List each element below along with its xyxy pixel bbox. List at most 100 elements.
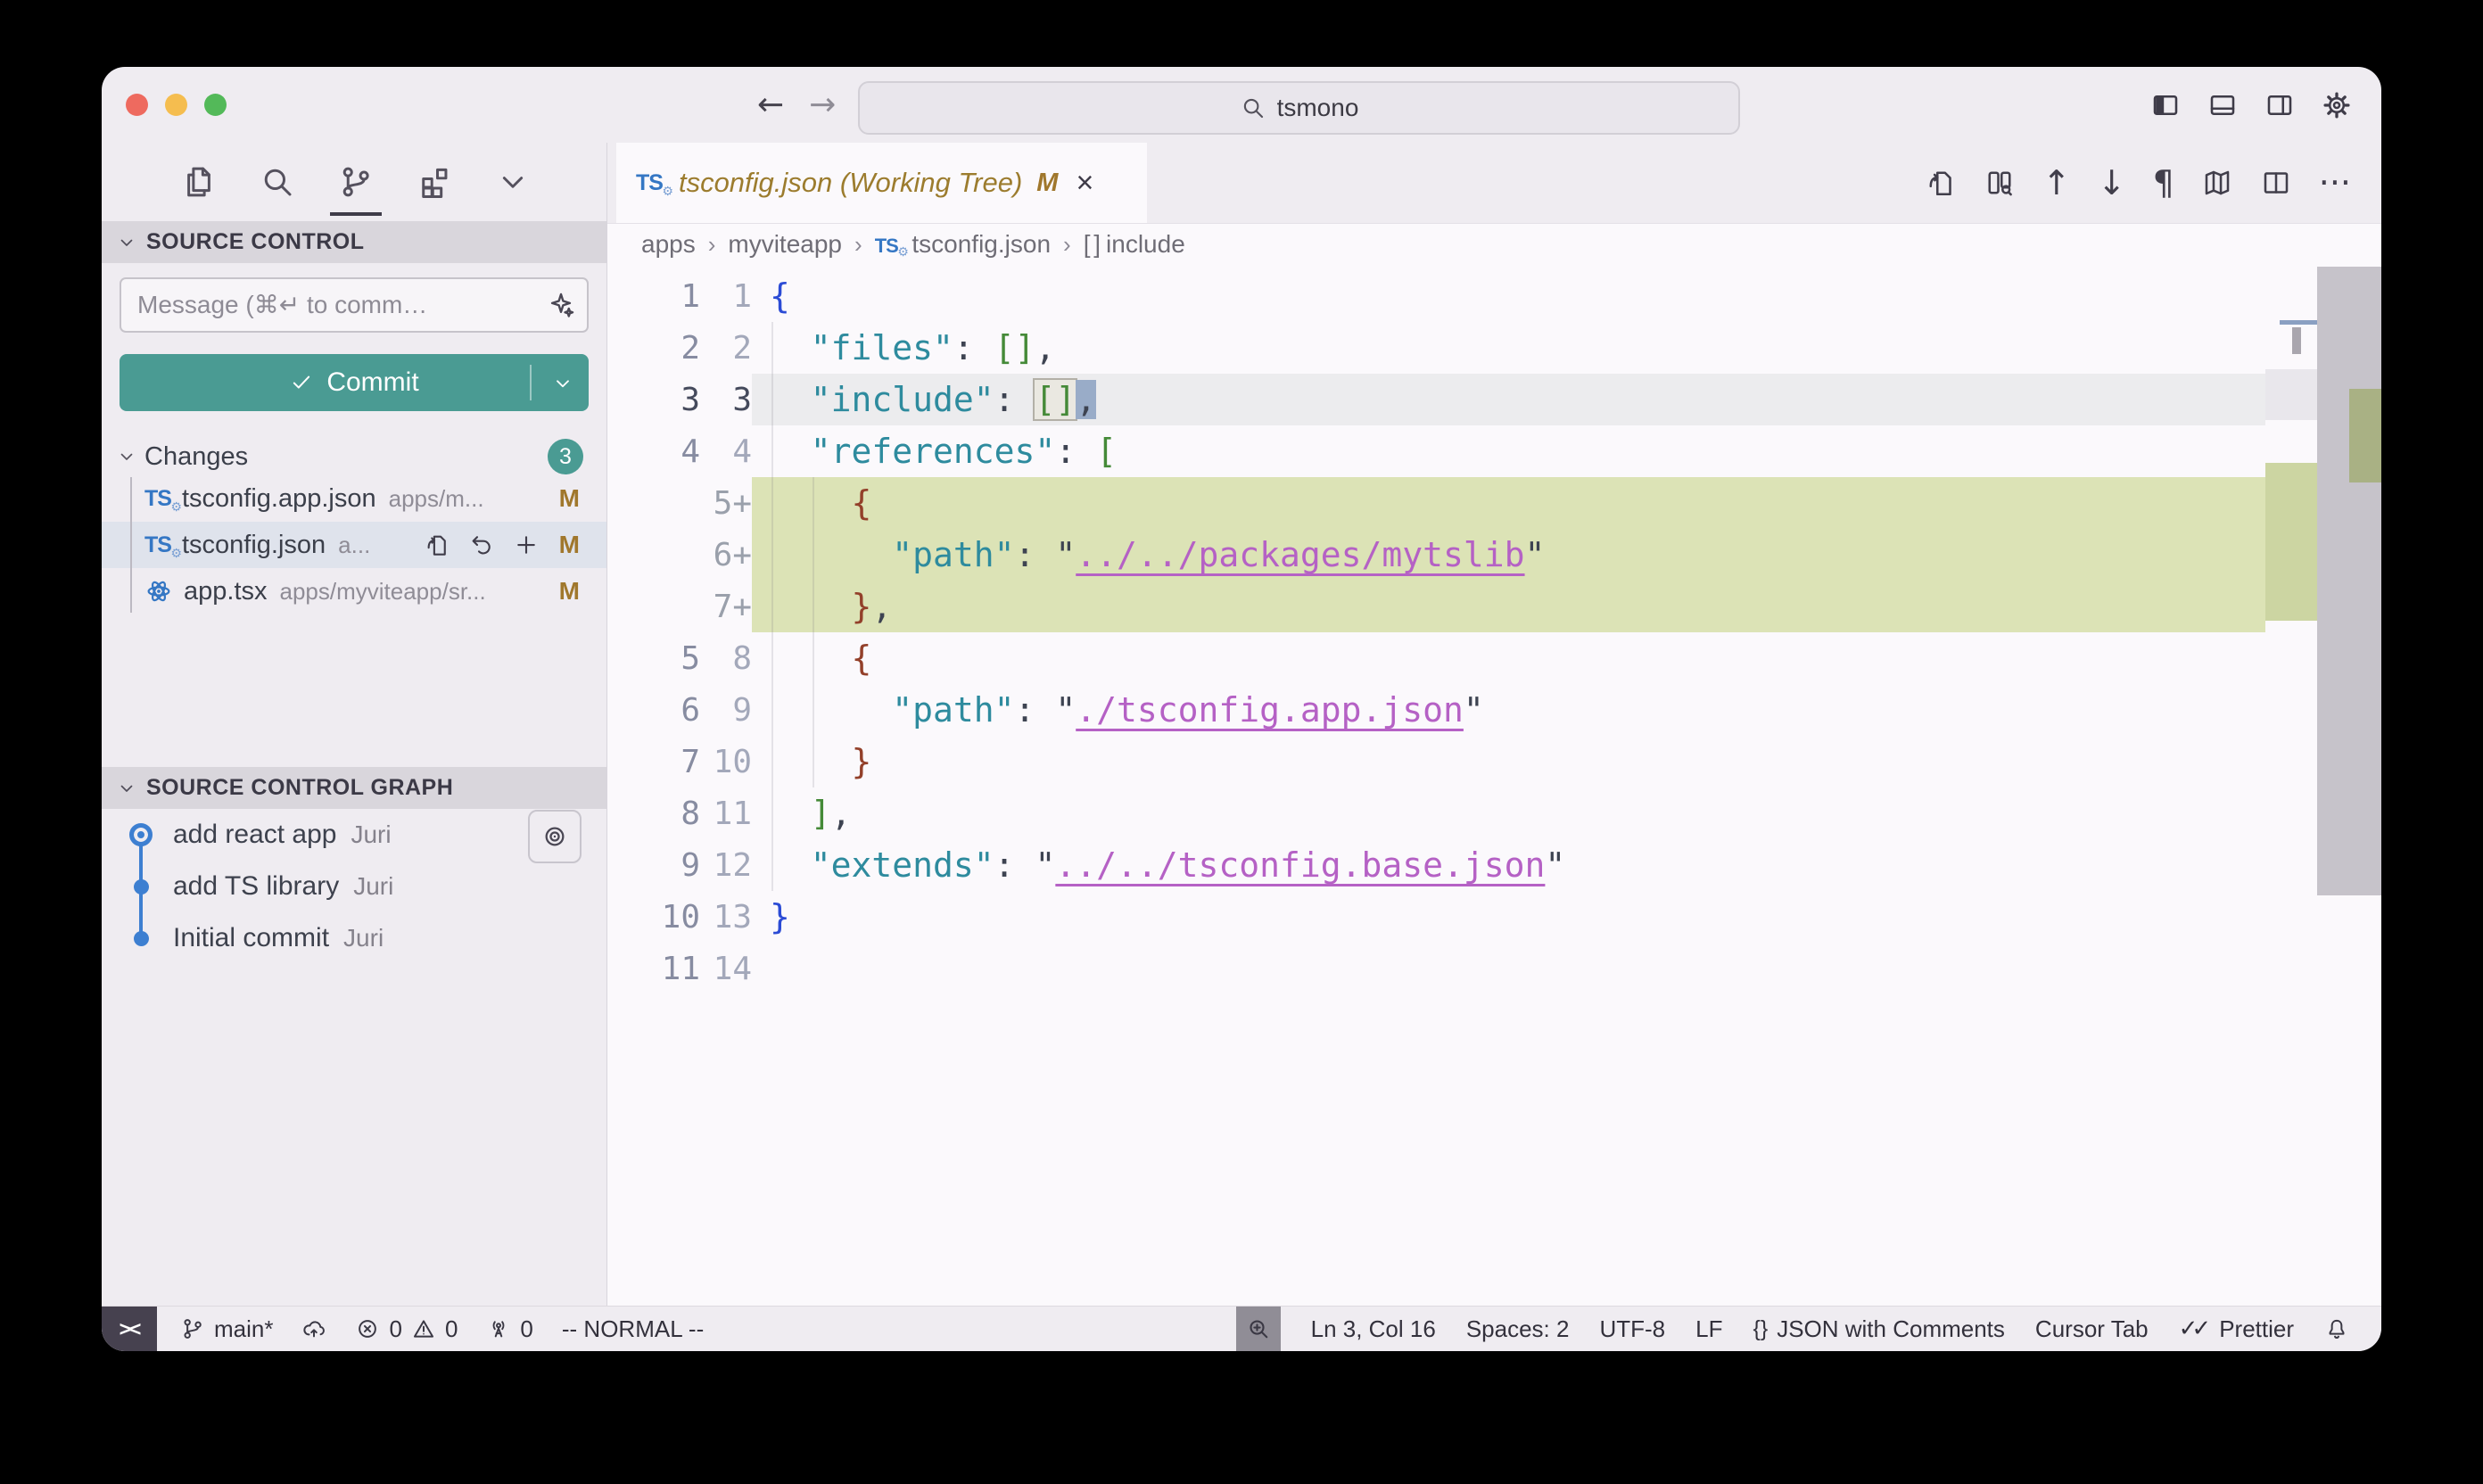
source-control-title: SOURCE CONTROL	[146, 229, 365, 255]
code-line[interactable]: 7+ },	[607, 581, 2265, 632]
problems-label: 0	[389, 1315, 401, 1343]
code-line[interactable]: 22 "files": [],	[607, 322, 2265, 374]
status-notifications[interactable]	[2324, 1316, 2349, 1341]
gutter-old-line-number: 8	[607, 796, 700, 832]
window-controls	[126, 94, 227, 116]
open-file-icon[interactable]	[1925, 167, 1957, 199]
status-formatter[interactable]: ✓✓Prettier	[2179, 1315, 2294, 1343]
open-file-icon[interactable]	[424, 532, 450, 558]
whitespace-icon[interactable]: ¶	[2153, 166, 2174, 200]
status-problems[interactable]: 00	[355, 1315, 458, 1343]
gutter-old-line-number: 1	[607, 278, 700, 315]
commit-message-input[interactable]	[120, 277, 589, 333]
tab-tsconfig-json[interactable]: TS tsconfig.json (Working Tree) M ×	[616, 143, 1147, 223]
code-line[interactable]: 710 }	[607, 736, 2265, 787]
more-icon[interactable]: ···	[2319, 166, 2351, 200]
code-line[interactable]: 58 {	[607, 632, 2265, 684]
status-ports[interactable]: 0	[486, 1315, 532, 1343]
activity-extensions[interactable]	[416, 143, 453, 221]
code-line[interactable]: 5+ {	[607, 477, 2265, 529]
minimize-window-button[interactable]	[165, 94, 187, 116]
screen: ← → tsmono SOURCE CONTROL	[0, 0, 2483, 1484]
close-window-button[interactable]	[126, 94, 148, 116]
commit-row[interactable]: add react appJuri	[102, 809, 606, 861]
search-input[interactable]: tsmono	[858, 81, 1740, 135]
commit-row[interactable]: Initial commitJuri	[102, 912, 606, 964]
inline-view-icon[interactable]	[1984, 167, 2016, 199]
status-encoding[interactable]: UTF-8	[1599, 1315, 1665, 1343]
code-line[interactable]: 6+ "path": "../../packages/mytslib"	[607, 529, 2265, 581]
status-indentation[interactable]: Spaces: 2	[1466, 1315, 1570, 1343]
vim-mode-label: -- NORMAL --	[562, 1315, 704, 1343]
back-icon[interactable]: ←	[757, 87, 784, 123]
warnT-icon	[411, 1316, 436, 1341]
commit-button[interactable]: Commit	[120, 354, 589, 411]
breadcrumb-item-tsconfig.json[interactable]: TS tsconfig.json	[875, 230, 1051, 259]
code-editor[interactable]: 11{22 "files": [],33 "include": [],44 "r…	[607, 265, 2381, 1306]
status-vim-mode[interactable]: -- NORMAL --	[562, 1315, 704, 1343]
vertical-scrollbar[interactable]	[2317, 265, 2381, 1306]
remote-indicator[interactable]: ><	[102, 1307, 157, 1351]
status-cursor-tab[interactable]: Cursor Tab	[2035, 1315, 2149, 1343]
breadcrumb-item-include[interactable]: [ ]include	[1084, 230, 1185, 259]
status-cursor-position[interactable]: Ln 3, Col 16	[1311, 1315, 1436, 1343]
toggle-secondary-sidebar-icon[interactable]	[2264, 89, 2296, 121]
scrollbar-thumb[interactable]	[2317, 267, 2381, 895]
gutter-old-line-number: 7	[607, 744, 700, 780]
chevron-down-icon	[116, 778, 137, 799]
split-editor-icon[interactable]	[2260, 167, 2292, 199]
activity-source-control[interactable]	[337, 143, 375, 221]
status-language-mode[interactable]: {}JSON with Comments	[1753, 1315, 2004, 1343]
toggle-primary-sidebar-icon[interactable]	[2149, 89, 2182, 121]
change-row-app.tsx[interactable]: app.tsxapps/myviteapp/sr...M	[102, 568, 606, 614]
source-control-header[interactable]: SOURCE CONTROL	[102, 221, 606, 263]
gutter-old-line-number: 4	[607, 433, 700, 470]
commit-dropdown-icon[interactable]	[551, 372, 574, 395]
status-zoom-indicator[interactable]	[1236, 1307, 1281, 1351]
code-line[interactable]: 69 "path": "./tsconfig.app.json"	[607, 684, 2265, 736]
sparkle-icon[interactable]	[546, 290, 576, 320]
close-tab-icon[interactable]: ×	[1076, 166, 1093, 201]
breadcrumb: apps›myviteapp›TS tsconfig.json›[ ]inclu…	[607, 224, 2381, 265]
changes-header[interactable]: Changes 3	[102, 438, 606, 475]
change-row-tsconfig.json[interactable]: TStsconfig.jsona...M	[102, 522, 606, 568]
minimap[interactable]	[2265, 265, 2317, 1306]
stage-icon[interactable]	[513, 532, 540, 558]
forward-icon[interactable]: →	[809, 87, 836, 123]
activity-additional-views[interactable]	[494, 143, 532, 221]
code-line[interactable]: 1013}	[607, 891, 2265, 943]
breadcrumb-item-myviteapp[interactable]: myviteapp	[728, 230, 842, 259]
eol-label: LF	[1695, 1315, 1722, 1343]
modified-badge: M	[559, 484, 580, 513]
commit-dot-icon	[134, 879, 149, 895]
code-line[interactable]: 33 "include": [],	[607, 374, 2265, 425]
prev-change-icon[interactable]: ↑	[2042, 166, 2071, 200]
breadcrumb-item-apps[interactable]: apps	[641, 230, 696, 259]
code-line[interactable]: 44 "references": [	[607, 425, 2265, 477]
status-branch[interactable]: main*	[180, 1315, 273, 1343]
checkout-target-icon[interactable]	[528, 810, 582, 863]
code-line[interactable]: 912 "extends": "../../tsconfig.base.json…	[607, 839, 2265, 891]
discard-icon[interactable]	[468, 532, 495, 558]
activity-search[interactable]	[259, 143, 296, 221]
braces-icon: {}	[1753, 1316, 1768, 1342]
gutter-new-line-number: 1	[700, 278, 752, 315]
sidebar: SOURCE CONTROL Commit Changes 3	[102, 143, 607, 1306]
maximize-window-button[interactable]	[204, 94, 227, 116]
gutter-old-line-number: 2	[607, 330, 700, 367]
next-change-icon[interactable]: ↓	[2098, 166, 2126, 200]
source-control-graph-header[interactable]: SOURCE CONTROL GRAPH	[102, 767, 606, 809]
code-line[interactable]: 1114	[607, 943, 2265, 994]
status-sync[interactable]	[301, 1316, 326, 1341]
code-line[interactable]: 811 ],	[607, 787, 2265, 839]
status-eol[interactable]: LF	[1695, 1315, 1722, 1343]
minimap-added-region	[2265, 463, 2317, 621]
activity-explorer[interactable]	[180, 143, 218, 221]
map-icon[interactable]	[2201, 167, 2233, 199]
change-row-tsconfig.app.json[interactable]: TStsconfig.app.jsonapps/m...M	[102, 475, 606, 522]
commit-row[interactable]: add TS libraryJuri	[102, 861, 606, 912]
code-line[interactable]: 11{	[607, 270, 2265, 322]
settings-icon[interactable]	[2321, 89, 2353, 121]
toggle-panel-icon[interactable]	[2207, 89, 2239, 121]
tab-modified-badge: M	[1036, 169, 1058, 198]
